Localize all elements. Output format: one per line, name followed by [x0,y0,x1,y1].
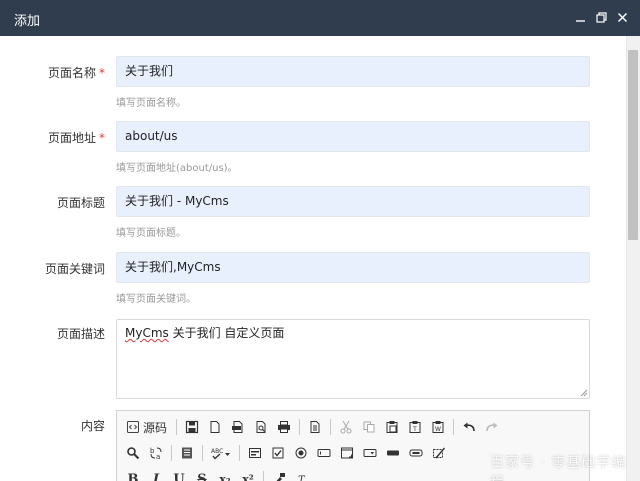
subscript-button[interactable]: x₂ [215,469,235,481]
dialog-title: 添加 [14,14,41,29]
form-icon[interactable] [245,443,265,463]
radio-icon[interactable] [291,443,311,463]
svg-text:a: a [156,453,160,460]
maximize-icon[interactable] [593,9,609,25]
toolbar-separator [299,419,301,435]
svg-text:T: T [298,475,306,481]
toolbar-separator [202,445,203,461]
required-mark: * [99,131,105,145]
page-title-input[interactable]: 关于我们 - MyCms [116,186,590,217]
dialog-titlebar: 添加 [0,0,640,36]
toolbar-separator [171,445,172,461]
page-description-textarea[interactable]: MyCms 关于我们 自定义页面 [116,319,590,399]
scrollbar-thumb[interactable] [628,50,638,240]
page-name-label: 页面名称 * [47,66,105,80]
save-icon[interactable] [182,417,202,437]
close-icon[interactable] [614,9,630,25]
button-icon[interactable] [383,443,403,463]
source-button[interactable]: 源码 [123,417,170,437]
italic-button[interactable]: I [146,469,166,481]
required-mark: * [99,66,105,80]
select-icon[interactable] [360,443,380,463]
textarea-icon[interactable] [337,443,357,463]
page-description-label: 页面描述 [56,327,105,341]
paste-word-icon[interactable]: W [428,417,448,437]
page-keywords-input[interactable]: 关于我们,MyCms [116,252,590,283]
underline-button[interactable]: U [169,469,189,481]
paste-icon[interactable] [382,417,402,437]
page-title-label: 页面标题 [56,196,105,210]
superscript-button[interactable]: x² [238,469,258,481]
checkbox-icon[interactable] [268,443,288,463]
toolbar-separator [263,471,264,481]
svg-text:ABC: ABC [211,448,223,455]
find-icon[interactable] [123,443,143,463]
toolbar-separator [176,419,178,435]
export-pdf-icon[interactable] [228,417,248,437]
copy-icon[interactable] [359,417,379,437]
paste-text-icon[interactable]: T [405,417,425,437]
hidden-field-icon[interactable] [429,443,449,463]
resize-grip-icon[interactable] [580,389,588,397]
bold-button[interactable]: B [123,469,143,481]
cut-icon[interactable] [336,417,356,437]
toolbar-separator [330,419,332,435]
strikethrough-button[interactable]: S [192,469,212,481]
page-url-hint: 填写页面地址(about/us)。 [116,163,238,174]
page-url-label: 页面地址 * [47,131,105,145]
toolbar-row-3: B I U S x₂ x² T [123,468,315,481]
minimize-icon[interactable] [572,9,588,25]
toolbar-row-2: ba ABC [123,442,452,464]
preview-icon[interactable] [251,417,271,437]
new-page-icon[interactable] [205,417,225,437]
page-name-hint: 填写页面名称。 [116,98,186,109]
page-keywords-label: 页面关键词 [44,262,105,276]
print-icon[interactable] [274,417,294,437]
copy-format-icon[interactable] [269,469,289,481]
dialog-content: 页面名称 * 关于我们 填写页面名称。 页面地址 * about/us 填写页面地址… [0,36,626,481]
redo-icon[interactable] [482,417,502,437]
toolbar-separator [453,419,455,435]
svg-text:b: b [150,447,155,455]
toolbar-separator [239,445,240,461]
toolbar-row-1: 源码 T W [123,416,505,438]
text-field-icon[interactable] [314,443,334,463]
page-keywords-hint: 填写页面关键词。 [116,294,196,305]
page-url-input[interactable]: about/us [116,121,590,152]
svg-text:W: W [435,426,441,433]
description-text: 关于我们 自定义页面 [168,326,285,340]
undo-icon[interactable] [459,417,479,437]
templates-icon[interactable] [305,417,325,437]
source-label: 源码 [143,420,168,435]
image-button-icon[interactable] [406,443,426,463]
source-icon [127,421,139,433]
spellcheck-icon[interactable]: ABC [208,443,234,463]
page-title-hint: 填写页面标题。 [116,228,186,239]
remove-format-icon[interactable]: T [292,469,312,481]
page-name-input[interactable]: 关于我们 [116,56,590,87]
watermark-text: 百家号 · 零基础学编程 [490,455,627,481]
spellcheck-word: MyCms [125,326,169,340]
select-all-icon[interactable] [177,443,197,463]
content-label: 内容 [80,419,105,433]
replace-icon[interactable]: ba [146,443,166,463]
svg-text:T: T [412,426,417,433]
